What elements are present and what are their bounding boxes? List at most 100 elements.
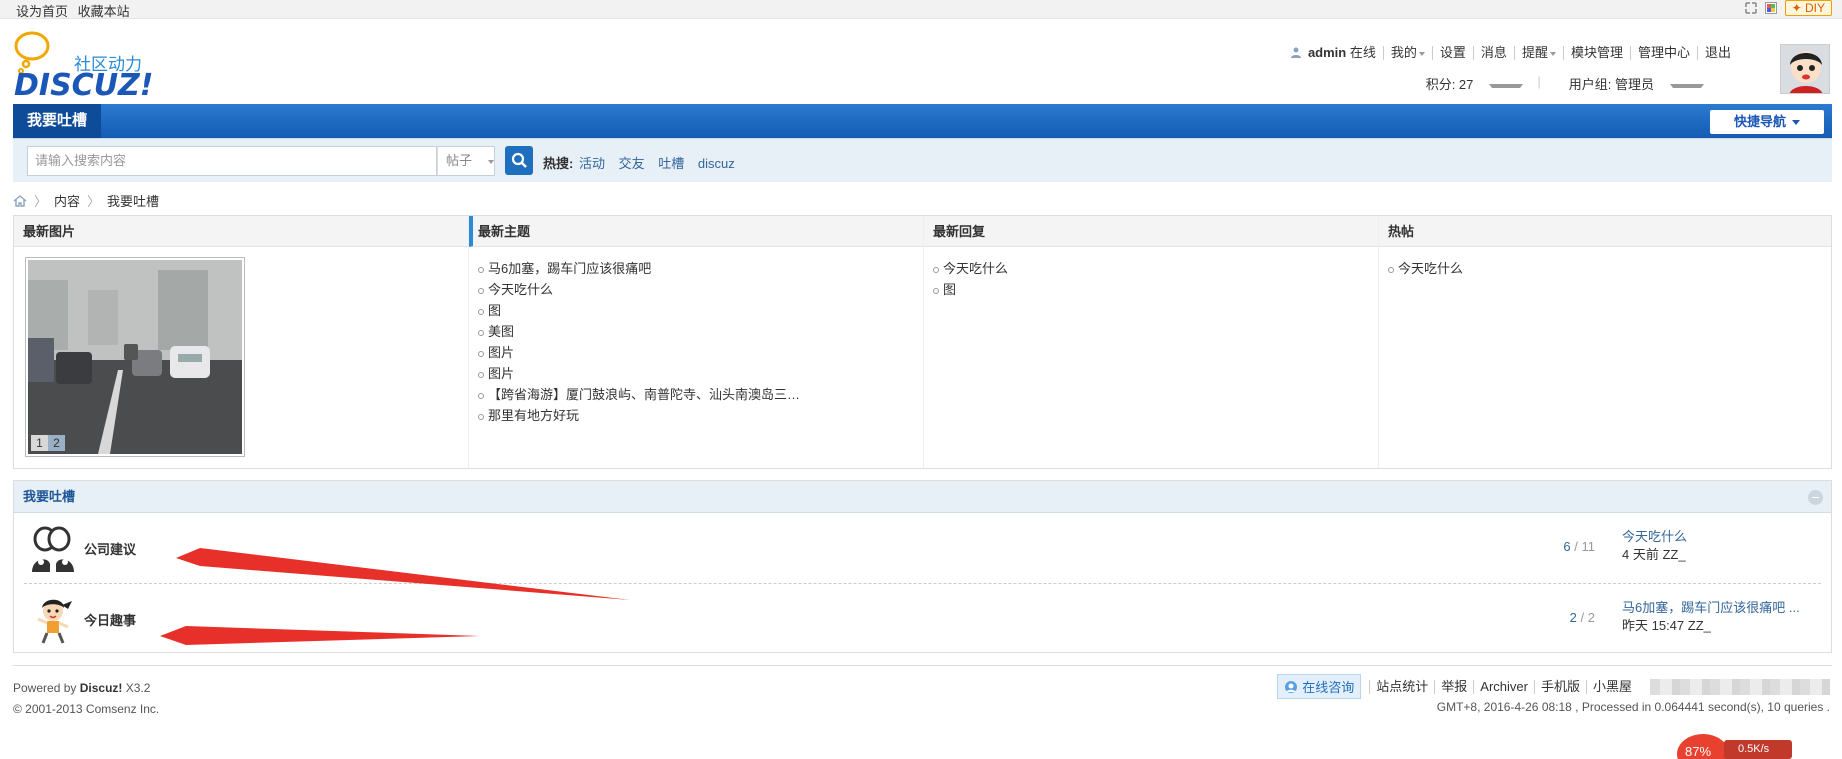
speed-percent: 87% — [1685, 744, 1712, 759]
copyright: © 2001-2013 Comsenz Inc. — [13, 702, 160, 716]
last-post-title[interactable]: 今天吃什么 — [1622, 528, 1687, 546]
list-item[interactable]: 今天吃什么 — [478, 279, 923, 300]
bookmark-site-link[interactable]: 收藏本站 — [78, 4, 130, 19]
site-logo[interactable]: 社区动力 DISCUZ! — [12, 30, 154, 103]
chevron-down-icon — [1670, 83, 1704, 88]
style-palette-icon[interactable] — [1764, 2, 1777, 14]
breadcrumb-content[interactable]: 内容 — [54, 191, 80, 210]
chevron-down-icon — [1418, 51, 1425, 56]
forum-counts: 6 / 11 — [1563, 539, 1595, 554]
consult-icon — [1285, 680, 1298, 693]
user-stats: 积分: 27 | 用户组: 管理员 — [1398, 74, 1718, 93]
list-item[interactable]: 今天吃什么 — [1388, 258, 1831, 279]
footer-link[interactable]: 站点统计 — [1369, 679, 1436, 694]
list-item[interactable]: 图 — [478, 300, 923, 321]
hot-term-link[interactable]: discuz — [698, 156, 735, 171]
list-item[interactable]: 今天吃什么 — [933, 258, 1378, 279]
hot-term-link[interactable]: 吐槽 — [658, 156, 684, 171]
logo-wordmark: DISCUZ! — [14, 68, 154, 103]
list-item[interactable]: 【跨省海游】厦门鼓浪屿、南普陀寺、汕头南澳岛三天（... — [478, 384, 808, 405]
main-nav: 我要吐槽 快捷导航 — [13, 104, 1832, 138]
discuz-link[interactable]: Discuz! — [80, 681, 123, 695]
forum-category-header: 我要吐槽 — [14, 481, 1831, 513]
list-item[interactable]: 图片 — [478, 363, 923, 384]
online-consult-button[interactable]: 在线咨询 — [1277, 674, 1362, 699]
footer-link[interactable]: 举报 — [1435, 679, 1475, 694]
username-item[interactable]: admin 在线 — [1284, 46, 1384, 60]
search-icon — [511, 152, 527, 168]
search-input[interactable]: 请输入搜索内容 — [27, 146, 437, 176]
speed-rate: 0.5K/s — [1738, 743, 1770, 755]
post-count: 2 — [1587, 610, 1595, 625]
chevron-down-icon — [487, 159, 494, 164]
breadcrumb-current: 我要吐槽 — [107, 194, 160, 209]
list-item[interactable]: 图 — [933, 279, 1378, 300]
footer-divider — [13, 665, 1832, 666]
thread-count: 6 — [1563, 539, 1571, 554]
top-bar: 设为首页 收藏本站 ✦ DIY — [0, 0, 1842, 19]
list-item[interactable]: 图片 — [478, 342, 923, 363]
hot-term-link[interactable]: 交友 — [619, 156, 645, 171]
list-item[interactable]: 那里有地方好玩 — [478, 405, 923, 426]
thread-count: 2 — [1569, 610, 1577, 625]
points-menu[interactable]: 积分: 27 — [1398, 74, 1538, 93]
search-type-select[interactable]: 帖子 — [437, 146, 495, 176]
avatar[interactable] — [1780, 44, 1830, 94]
forum-name[interactable]: 公司建议 — [84, 539, 136, 558]
forum-category: 我要吐槽 公司建议 6 / 11 今天吃什么 4 天前 ZZ_ 今日趣事 2 /… — [13, 480, 1832, 653]
collapse-icon[interactable] — [1808, 490, 1823, 505]
search-type-label: 帖子 — [446, 153, 473, 168]
latest-pic-image[interactable]: 1 2 — [28, 260, 242, 454]
hot-search-links: 活动 交友 吐槽 discuz — [579, 153, 745, 172]
module-manage-link[interactable]: 模块管理 — [1564, 46, 1631, 60]
messages-link[interactable]: 消息 — [1474, 46, 1515, 60]
mine-label: 我的 — [1390, 45, 1417, 60]
footer-link[interactable]: 小黑屋 — [1587, 679, 1638, 694]
latest-topics-column: 最新主题 马6加塞，踢车门应该很痛吧 今天吃什么 图 美图 图片 图片 【跨省海… — [469, 216, 924, 468]
home-icon[interactable] — [13, 194, 27, 207]
forum-name[interactable]: 今日趣事 — [84, 610, 136, 629]
logout-link[interactable]: 退出 — [1698, 46, 1738, 60]
hot-posts-list: 今天吃什么 — [1379, 247, 1831, 279]
settings-link[interactable]: 设置 — [1433, 46, 1474, 60]
user-menu: admin 在线 我的 设置 消息 提醒 模块管理 管理中心 退出 — [1284, 46, 1738, 60]
forum-row: 今日趣事 2 / 2 马6加塞，踢车门应该很痛吧 ... 昨天 15:47 ZZ… — [24, 585, 1821, 655]
hot-posts-title: 热帖 — [1379, 216, 1831, 247]
user-icon — [1291, 47, 1302, 58]
list-item[interactable]: 美图 — [478, 321, 923, 342]
list-item[interactable]: 马6加塞，踢车门应该很痛吧 — [478, 258, 923, 279]
username: admin — [1307, 45, 1347, 60]
pager-page-1[interactable]: 1 — [31, 435, 48, 451]
cartoon-kid-forum-icon[interactable] — [28, 595, 78, 645]
last-post-title[interactable]: 马6加塞，踢车门应该很痛吧 ... — [1622, 599, 1800, 617]
people-forum-icon[interactable] — [28, 524, 78, 574]
fullscreen-icon[interactable] — [1744, 2, 1757, 14]
latest-pic-slideshow[interactable]: 1 2 — [25, 257, 245, 457]
post-count: 11 — [1581, 539, 1596, 554]
set-homepage-link[interactable]: 设为首页 — [16, 4, 68, 19]
pager-page-2[interactable]: 2 — [48, 435, 65, 451]
chevron-down-icon — [1792, 120, 1800, 126]
breadcrumb-separator: 〉 — [34, 194, 48, 209]
latest-pics-column: 最新图片 1 2 — [14, 216, 469, 468]
forum-category-title[interactable]: 我要吐槽 — [23, 489, 75, 504]
reminders-menu[interactable]: 提醒 — [1515, 46, 1564, 60]
chevron-down-icon — [1549, 51, 1556, 56]
footer-link[interactable]: Archiver — [1474, 679, 1535, 694]
diy-button[interactable]: ✦ DIY — [1784, 0, 1832, 16]
hot-term-link[interactable]: 活动 — [579, 156, 605, 171]
hot-posts-column: 热帖 今天吃什么 — [1379, 216, 1831, 468]
search-button[interactable] — [505, 146, 533, 175]
usergroup-menu[interactable]: 用户组: 管理员 — [1541, 74, 1718, 93]
points-label: 积分: 27 — [1425, 77, 1474, 92]
mine-menu[interactable]: 我的 — [1384, 46, 1433, 60]
admin-center-link[interactable]: 管理中心 — [1631, 46, 1698, 60]
server-info: GMT+8, 2016-4-26 08:18 , Processed in 0.… — [1436, 700, 1830, 714]
quick-nav-button[interactable]: 快捷导航 — [1710, 110, 1824, 134]
powered-prefix: Powered by — [13, 681, 77, 695]
footer-link[interactable]: 手机版 — [1535, 679, 1587, 694]
nav-tab-tucao[interactable]: 我要吐槽 — [13, 104, 102, 138]
diy-plus-icon: ✦ — [1791, 1, 1802, 15]
network-speed-widget[interactable]: 87% 0.5K/s — [1676, 730, 1792, 759]
powered-by: Powered by Discuz! X3.2 © 2001-2013 Coms… — [13, 678, 159, 720]
